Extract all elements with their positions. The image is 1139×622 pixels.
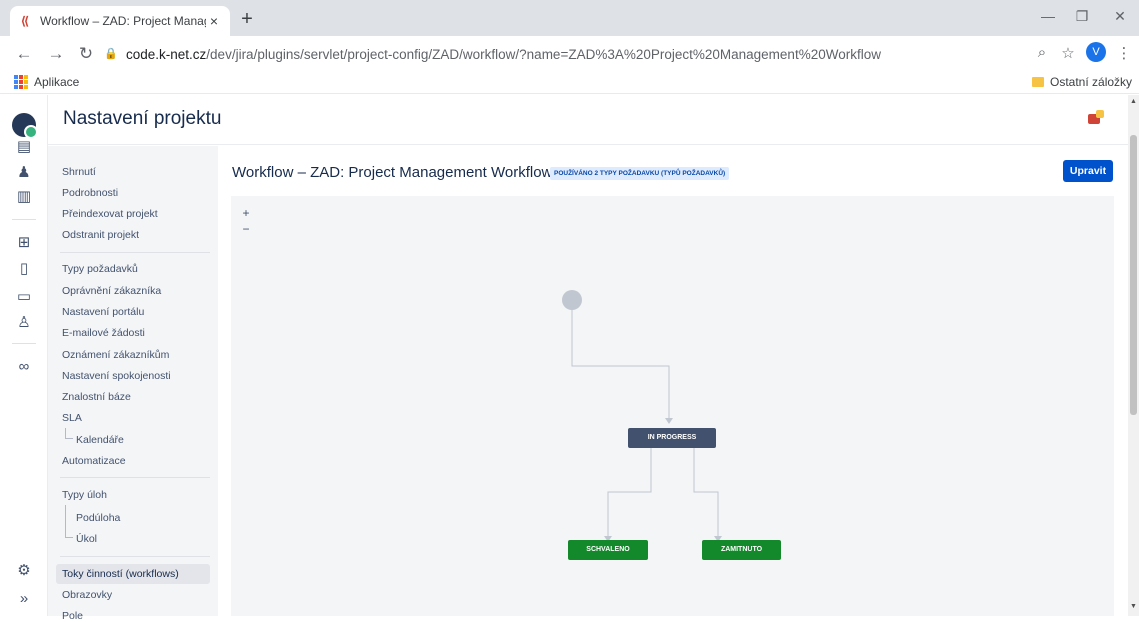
status-node-in-progress[interactable]: IN PROGRESS	[628, 428, 716, 448]
rail-divider	[12, 343, 36, 344]
browser-menu-icon[interactable]: ⋮	[1114, 44, 1134, 62]
sidebar-divider	[60, 477, 210, 478]
sidebar-item-task[interactable]: Úkol	[76, 533, 97, 545]
tab-title: Workflow – ZAD: Project Manag	[40, 14, 206, 28]
scrollbar-thumb[interactable]	[1130, 135, 1137, 415]
tab-close-icon[interactable]: ×	[206, 13, 222, 29]
knowledge-base-icon[interactable]: ▯	[14, 259, 34, 279]
sidebar-item-summary[interactable]: Shrnutí	[62, 166, 96, 178]
tree-connector	[65, 438, 73, 439]
sidebar-divider	[60, 252, 210, 253]
reports-icon[interactable]: ▥	[14, 187, 34, 207]
usage-badge[interactable]: POUŽÍVÁNO 2 TYPY POŽADAVKU (TYPŮ POŽADAV…	[550, 167, 730, 180]
sidebar-item-issue-types[interactable]: Typy úloh	[62, 489, 107, 501]
sidebar-item-screens[interactable]: Obrazovky	[62, 589, 112, 601]
tree-connector	[65, 537, 73, 538]
other-bookmarks[interactable]: Ostatní záložky	[1032, 75, 1132, 89]
sidebar-item-automation[interactable]: Automatizace	[62, 455, 126, 467]
customers-icon[interactable]: ♟	[14, 163, 34, 183]
channels-icon[interactable]: ▭	[14, 287, 34, 307]
project-settings-sidebar: Shrnutí Podrobnosti Přeindexovat projekt…	[48, 146, 218, 622]
new-tab-button[interactable]: +	[236, 9, 258, 31]
sidebar-item-calendars[interactable]: Kalendáře	[76, 434, 124, 446]
rail-divider	[12, 219, 36, 220]
sidebar-item-reindex[interactable]: Přeindexovat projekt	[62, 208, 158, 220]
workflow-title: Workflow – ZAD: Project Management Workf…	[232, 164, 553, 181]
sidebar-item-request-types[interactable]: Typy požadavků	[62, 263, 138, 275]
sidebar-item-email-requests[interactable]: E-mailové žádosti	[62, 327, 145, 339]
sidebar-item-customer-permissions[interactable]: Oprávnění zákazníka	[62, 285, 161, 297]
sidebar-item-workflows[interactable]: Toky činností (workflows)	[56, 564, 210, 584]
zoom-icon[interactable]: ⌕	[1032, 44, 1052, 61]
bookmark-star-icon[interactable]: ☆	[1058, 44, 1078, 62]
expand-sidebar-icon[interactable]: »	[14, 589, 34, 609]
bookmarks-bar: Aplikace Ostatní záložky	[0, 72, 1139, 94]
status-node-zamitnuto[interactable]: ZAMITNUTO	[702, 540, 781, 560]
raise-request-icon[interactable]: ⊞	[14, 233, 34, 253]
scroll-down-icon[interactable]: ▼	[1129, 603, 1138, 610]
sidebar-divider	[60, 556, 210, 557]
transition-reject	[693, 448, 719, 540]
scroll-up-icon[interactable]: ▲	[1129, 98, 1138, 105]
status-node-schvaleno[interactable]: SCHVALENO	[568, 540, 648, 560]
browser-tab-bar: ⟪ Workflow – ZAD: Project Manag × + — ❐ …	[0, 0, 1139, 36]
apps-bookmark[interactable]: Aplikace	[14, 75, 79, 89]
invite-team-icon[interactable]: ♙	[14, 313, 34, 333]
arrowhead	[665, 418, 673, 424]
feedback-icon[interactable]	[1088, 110, 1104, 126]
sidebar-item-sla[interactable]: SLA	[62, 412, 82, 424]
page-scrollbar[interactable]: ▲ ▼	[1128, 95, 1139, 616]
sidebar-item-customer-notifications[interactable]: Oznámení zákazníkům	[62, 349, 169, 361]
close-window-icon[interactable]: ✕	[1110, 8, 1130, 25]
workflow-main-panel: Workflow – ZAD: Project Management Workf…	[218, 146, 1128, 616]
url-host: code.k-net.cz	[126, 46, 207, 62]
apps-grid-icon	[14, 75, 28, 89]
browser-toolbar: ← → ↻ 🔒 code.k-net.cz/dev/jira/plugins/s…	[0, 36, 1139, 72]
queues-icon[interactable]: ▤	[14, 137, 34, 157]
sidebar-item-satisfaction-settings[interactable]: Nastavení spokojenosti	[62, 370, 171, 382]
page-header: Nastavení projektu	[48, 95, 1128, 145]
profile-avatar[interactable]: V	[1086, 42, 1106, 62]
transition-create	[571, 310, 670, 422]
minimize-icon[interactable]: —	[1038, 8, 1058, 24]
settings-gear-icon[interactable]: ⚙	[14, 561, 34, 581]
jira-favicon-icon: ⟪	[20, 14, 30, 28]
apps-label: Aplikace	[34, 75, 80, 89]
jira-service-desk-logo-icon[interactable]	[12, 113, 38, 139]
browser-tab[interactable]: ⟪ Workflow – ZAD: Project Manag ×	[10, 6, 230, 36]
other-bookmarks-label: Ostatní záložky	[1050, 75, 1133, 89]
sidebar-item-knowledge-base[interactable]: Znalostní báze	[62, 391, 131, 403]
sidebar-item-delete-project[interactable]: Odstranit projekt	[62, 229, 139, 241]
address-bar[interactable]: 🔒 code.k-net.cz/dev/jira/plugins/servlet…	[104, 40, 1064, 68]
tree-connector	[65, 428, 66, 438]
transition-approve	[607, 448, 652, 540]
edit-workflow-button[interactable]: Upravit	[1063, 160, 1113, 182]
page-title: Nastavení projektu	[63, 108, 222, 129]
folder-icon	[1032, 77, 1044, 87]
restore-window-icon[interactable]: ❐	[1072, 8, 1092, 25]
workflow-transitions	[562, 290, 722, 542]
jira-left-rail: ▤ ♟ ▥ ⊞ ▯ ▭ ♙ ∞ ⚙ »	[0, 95, 48, 616]
back-icon[interactable]: ←	[14, 44, 34, 64]
tree-connector	[65, 505, 66, 537]
url-path: /dev/jira/plugins/servlet/project-config…	[206, 46, 881, 62]
start-node	[562, 290, 582, 310]
workflow-diagram-canvas[interactable]: + − IN PROGRESS SCHVALENO ZAMITNUTO	[231, 196, 1114, 616]
sidebar-item-details[interactable]: Podrobnosti	[62, 187, 118, 199]
sidebar-item-fields[interactable]: Pole	[62, 610, 83, 622]
forward-icon[interactable]: →	[46, 44, 66, 64]
sidebar-item-portal-settings[interactable]: Nastavení portálu	[62, 306, 144, 318]
lock-icon: 🔒	[104, 48, 118, 60]
reload-icon[interactable]: ↻	[76, 44, 96, 64]
sidebar-item-subtask[interactable]: Podúloha	[76, 512, 120, 524]
shortcut-link-icon[interactable]: ∞	[14, 357, 34, 377]
